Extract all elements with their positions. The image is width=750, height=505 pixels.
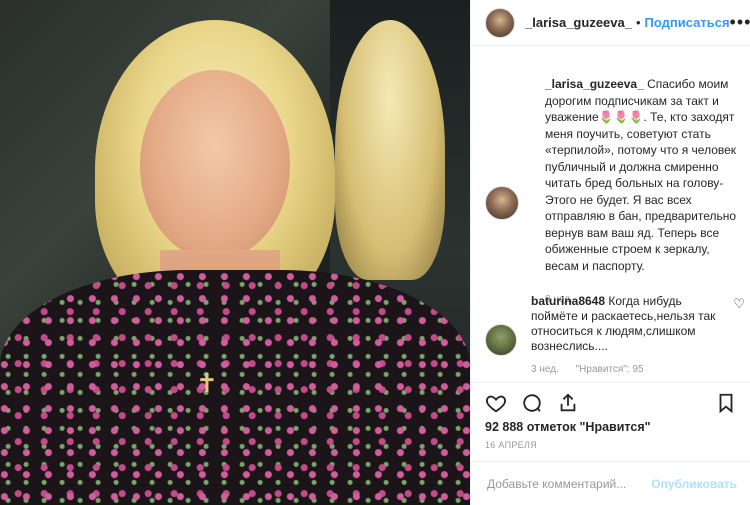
add-comment-bar: Опубликовать — [471, 461, 750, 505]
photo-face — [140, 70, 290, 260]
comment-avatar[interactable] — [485, 324, 517, 356]
comment-icon[interactable] — [521, 392, 543, 414]
more-options-icon[interactable]: ••• — [730, 12, 750, 33]
follow-button[interactable]: Подписаться — [645, 15, 730, 30]
bookmark-icon[interactable] — [715, 392, 737, 414]
likes-count[interactable]: 92 888 отметок "Нравится" — [485, 420, 651, 434]
publish-button[interactable]: Опубликовать — [651, 477, 737, 491]
comment-meta: 3 нед. "Нравится": 95 — [531, 364, 644, 375]
comment-text-block: baturina8648 Когда нибудь поймёте и раск… — [531, 294, 716, 354]
mirror-reflection — [335, 20, 445, 280]
comment-heart-icon[interactable]: ♡ — [733, 296, 745, 312]
likes-text[interactable]: 92 888 отметок "Нравится" — [485, 420, 651, 434]
action-bar — [471, 382, 750, 422]
header-username[interactable]: _larisa_guzeeva_ — [525, 15, 632, 30]
comment-time[interactable]: 3 нед. — [531, 364, 559, 375]
post-side-panel: _larisa_guzeeva_ • Подписаться ••• _lari… — [470, 0, 750, 505]
add-comment-input[interactable] — [485, 475, 652, 492]
comments-list[interactable]: _larisa_guzeeva_ Спасибо моим дорогим по… — [471, 46, 750, 376]
post-header: _larisa_guzeeva_ • Подписаться ••• — [471, 0, 750, 46]
post-date[interactable]: 16 АПРЕЛЯ — [485, 440, 537, 450]
separator-dot: • — [635, 15, 641, 30]
share-icon[interactable] — [557, 392, 579, 414]
caption-username[interactable]: _larisa_guzeeva_ — [545, 77, 644, 91]
heart-icon[interactable] — [485, 392, 507, 414]
caption-text-block: _larisa_guzeeva_ Спасибо моим дорогим по… — [545, 76, 745, 274]
avatar[interactable] — [485, 7, 515, 38]
photo-dress — [0, 270, 470, 505]
caption-avatar[interactable] — [485, 186, 519, 220]
comment-likes[interactable]: "Нравится": 95 — [576, 364, 644, 375]
caption-text: Спасибо моим дорогим подписчикам за такт… — [545, 77, 737, 273]
post-photo[interactable]: ✝ — [0, 0, 470, 505]
comment-username[interactable]: baturina8648 — [531, 294, 605, 308]
cross-pendant: ✝ — [196, 368, 218, 398]
